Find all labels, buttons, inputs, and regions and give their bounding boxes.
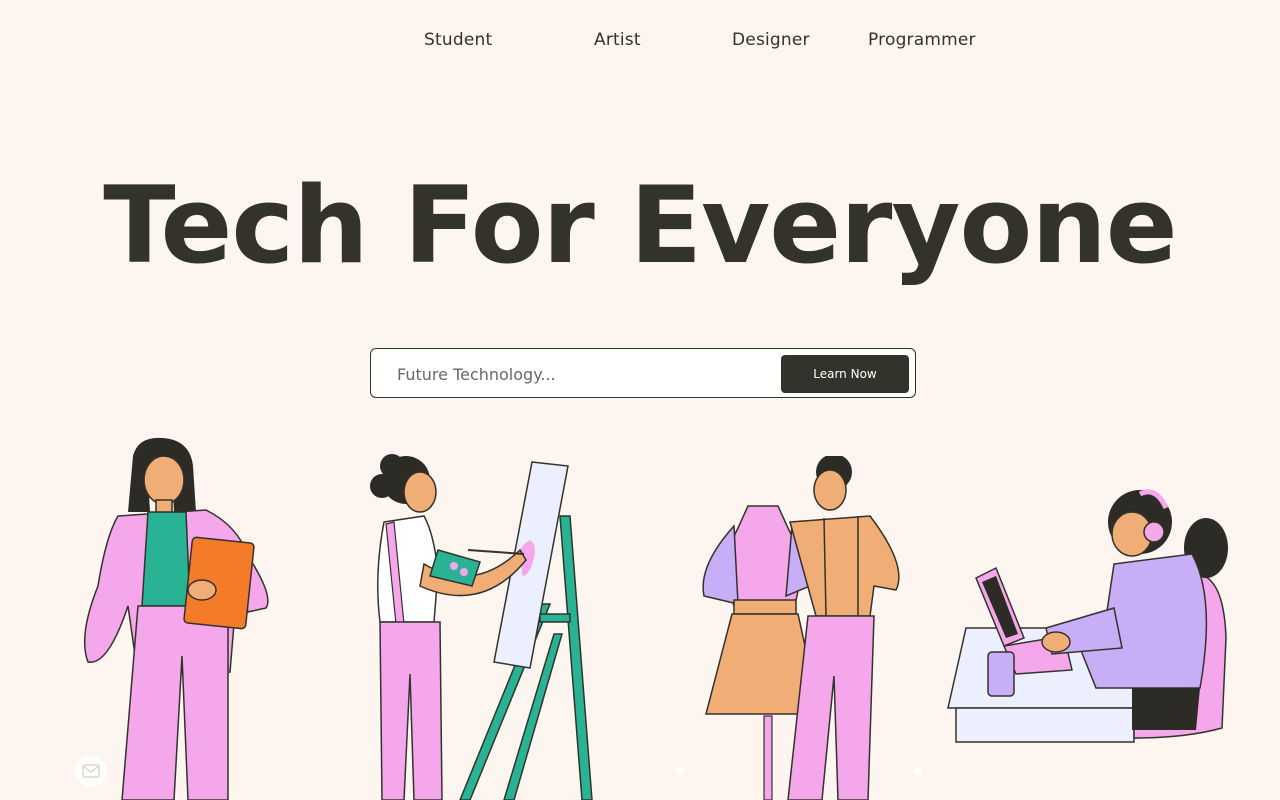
search-input[interactable] bbox=[395, 361, 779, 387]
top-nav: Student Artist Designer Programmer bbox=[0, 30, 1280, 54]
nav-item-programmer[interactable]: Programmer bbox=[868, 30, 976, 50]
learn-now-button[interactable]: Learn Now bbox=[781, 355, 909, 393]
decorative-dot bbox=[676, 767, 684, 775]
designer-figure-icon bbox=[702, 456, 900, 800]
hero-title: Tech For Everyone bbox=[103, 164, 1177, 287]
student-figure-icon bbox=[83, 437, 269, 800]
nav-item-student[interactable]: Student bbox=[424, 30, 492, 50]
decorative-dot bbox=[914, 767, 922, 775]
chat-icon[interactable] bbox=[75, 755, 107, 787]
nav-item-artist[interactable]: Artist bbox=[594, 30, 641, 50]
search-bar: Learn Now bbox=[370, 348, 916, 398]
artist-figure-icon bbox=[370, 454, 593, 800]
mail-icon bbox=[82, 764, 100, 778]
nav-item-designer[interactable]: Designer bbox=[732, 30, 810, 50]
programmer-figure-icon bbox=[947, 489, 1228, 743]
